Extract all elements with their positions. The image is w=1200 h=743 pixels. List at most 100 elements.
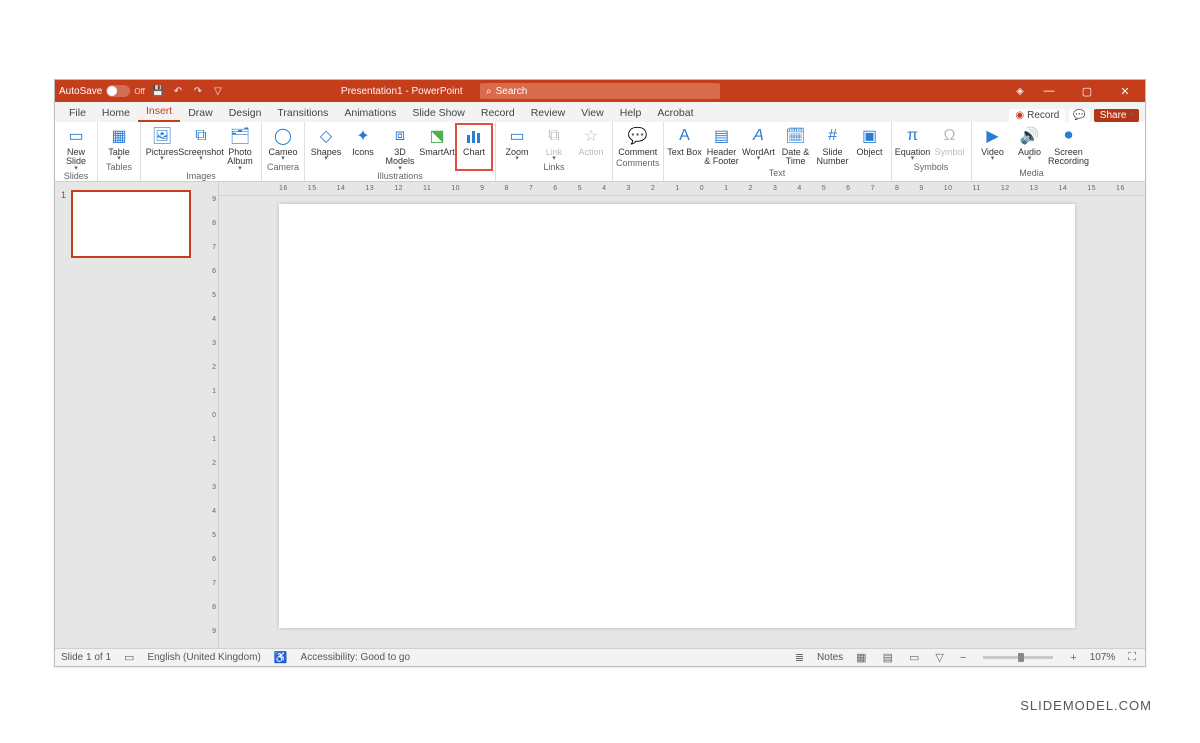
screenshot-icon: ⧉ <box>191 126 211 146</box>
language-status[interactable]: English (United Kingdom) <box>147 652 260 663</box>
normal-view-icon[interactable]: ▦ <box>853 651 869 664</box>
tab-acrobat[interactable]: Acrobat <box>649 104 701 122</box>
link-button: ⧉Link▾ <box>536 124 572 161</box>
ribbon-tabs: File Home Insert Draw Design Transitions… <box>55 102 1145 122</box>
record-dot-icon: ◉ <box>1015 110 1024 121</box>
audio-button[interactable]: 🔊Audio▾ <box>1012 124 1048 167</box>
header-footer-button[interactable]: ▤Header & Footer <box>704 124 740 167</box>
pictures-button[interactable]: 🖼Pictures▾ <box>144 124 180 170</box>
photo-album-icon: 🗂 <box>230 126 250 146</box>
slideshow-view-icon[interactable]: ▽ <box>932 651 946 664</box>
comments-toggle[interactable]: 💬 <box>1069 109 1089 122</box>
group-images: 🖼Pictures▾ ⧉Screenshot▾ 🗂Photo Album▾ Im… <box>141 122 262 181</box>
text-box-button[interactable]: AText Box <box>667 124 703 167</box>
screenshot-button[interactable]: ⧉Screenshot▾ <box>181 124 221 170</box>
object-icon: ▣ <box>860 126 880 146</box>
undo-icon[interactable]: ↶ <box>171 86 185 97</box>
work-area: 1 9876543210123456789 161514131211109876… <box>55 182 1145 648</box>
date-icon: 🗓 <box>786 126 806 146</box>
slide-number-button[interactable]: #Slide Number <box>815 124 851 167</box>
record-button[interactable]: ◉Record <box>1009 109 1065 122</box>
start-from-beginning-icon[interactable]: ▽ <box>211 86 225 97</box>
ribbon: ▭New Slide▾ Slides ▦Table▾ Tables 🖼Pictu… <box>55 122 1145 182</box>
3d-models-button[interactable]: ⧈3D Models▾ <box>382 124 418 170</box>
fit-to-window-icon[interactable]: ⛶ <box>1125 651 1139 664</box>
save-icon[interactable]: 💾 <box>151 86 165 97</box>
slide-thumbnail-1[interactable]: 1 <box>71 190 195 258</box>
new-slide-button[interactable]: ▭New Slide▾ <box>58 124 94 170</box>
table-button[interactable]: ▦Table▾ <box>101 124 137 161</box>
notes-icon: ≣ <box>792 651 807 664</box>
new-slide-icon: ▭ <box>66 126 86 146</box>
wordart-button[interactable]: AWordArt▾ <box>741 124 777 167</box>
video-button[interactable]: ▶Video▾ <box>975 124 1011 167</box>
audio-icon: 🔊 <box>1020 126 1040 146</box>
slide-canvas[interactable] <box>279 204 1075 628</box>
slide-count[interactable]: Slide 1 of 1 <box>61 652 111 663</box>
tab-transitions[interactable]: Transitions <box>269 104 336 122</box>
tab-record[interactable]: Record <box>473 104 523 122</box>
tab-slide-show[interactable]: Slide Show <box>404 104 473 122</box>
shapes-button[interactable]: ◇Shapes▾ <box>308 124 344 170</box>
tab-animations[interactable]: Animations <box>336 104 404 122</box>
tab-insert[interactable]: Insert <box>138 102 180 122</box>
zoom-slider[interactable] <box>983 656 1053 659</box>
tab-file[interactable]: File <box>61 104 94 122</box>
horizontal-ruler: 1615141312111098765432101234567891011121… <box>219 182 1145 196</box>
equation-button[interactable]: πEquation▾ <box>895 124 931 161</box>
link-icon: ⧉ <box>544 126 564 146</box>
a11y-icon: ♿ <box>271 651 291 664</box>
zoom-in-icon[interactable]: + <box>1067 652 1079 664</box>
number-icon: # <box>823 126 843 146</box>
tab-draw[interactable]: Draw <box>180 104 221 122</box>
autosave-label: AutoSave <box>59 86 102 97</box>
slide-canvas-area: 1615141312111098765432101234567891011121… <box>219 182 1145 648</box>
shapes-icon: ◇ <box>316 126 336 146</box>
search-box[interactable]: ⌕ Search <box>480 83 720 99</box>
pictures-icon: 🖼 <box>152 126 172 146</box>
group-comments: 💬Comment Comments <box>613 122 664 181</box>
notes-button[interactable]: Notes <box>817 652 843 663</box>
comment-button[interactable]: 💬Comment <box>620 124 656 157</box>
action-button: ☆Action <box>573 124 609 161</box>
smartart-button[interactable]: ⬔SmartArt <box>419 124 455 170</box>
zoom-out-icon[interactable]: − <box>957 652 969 664</box>
video-icon: ▶ <box>983 126 1003 146</box>
account-icon[interactable]: ◈ <box>1013 86 1027 97</box>
date-time-button[interactable]: 🗓Date & Time <box>778 124 814 167</box>
icons-icon: ✦ <box>353 126 373 146</box>
tab-design[interactable]: Design <box>221 104 270 122</box>
tab-home[interactable]: Home <box>94 104 138 122</box>
close-button[interactable]: ✕ <box>1109 85 1141 98</box>
maximize-button[interactable]: ▢ <box>1071 85 1103 98</box>
icons-button[interactable]: ✦Icons <box>345 124 381 170</box>
photo-album-button[interactable]: 🗂Photo Album▾ <box>222 124 258 170</box>
screen-recording-button[interactable]: ⏺Screen Recording <box>1049 124 1089 167</box>
zoom-button[interactable]: ▭Zoom▾ <box>499 124 535 161</box>
textbox-icon: A <box>675 126 695 146</box>
wordart-icon: A <box>749 126 769 146</box>
cameo-button[interactable]: ◯Cameo▾ <box>265 124 301 161</box>
search-placeholder: Search <box>496 86 528 97</box>
redo-icon[interactable]: ↷ <box>191 86 205 97</box>
symbol-button: ΩSymbol <box>932 124 968 161</box>
object-button[interactable]: ▣Object <box>852 124 888 167</box>
tab-view[interactable]: View <box>573 104 612 122</box>
share-button[interactable]: Share▾ <box>1094 109 1139 122</box>
thumbnail-pane[interactable]: 1 <box>55 182 203 648</box>
autosave-toggle[interactable] <box>106 85 130 97</box>
minimize-button[interactable]: — <box>1033 85 1065 97</box>
cameo-icon: ◯ <box>273 126 293 146</box>
sorter-view-icon[interactable]: ▤ <box>880 651 896 664</box>
tab-review[interactable]: Review <box>523 104 573 122</box>
smartart-icon: ⬔ <box>427 126 447 146</box>
tab-help[interactable]: Help <box>612 104 650 122</box>
chart-icon <box>464 126 484 146</box>
group-text: AText Box ▤Header & Footer AWordArt▾ 🗓Da… <box>664 122 892 181</box>
accessibility-status[interactable]: Accessibility: Good to go <box>301 652 411 663</box>
zoom-level[interactable]: 107% <box>1090 652 1116 663</box>
group-tables: ▦Table▾ Tables <box>98 122 141 181</box>
reading-view-icon[interactable]: ▭ <box>906 651 922 664</box>
chart-button[interactable]: Chart <box>456 124 492 170</box>
group-illustrations: ◇Shapes▾ ✦Icons ⧈3D Models▾ ⬔SmartArt Ch… <box>305 122 496 181</box>
